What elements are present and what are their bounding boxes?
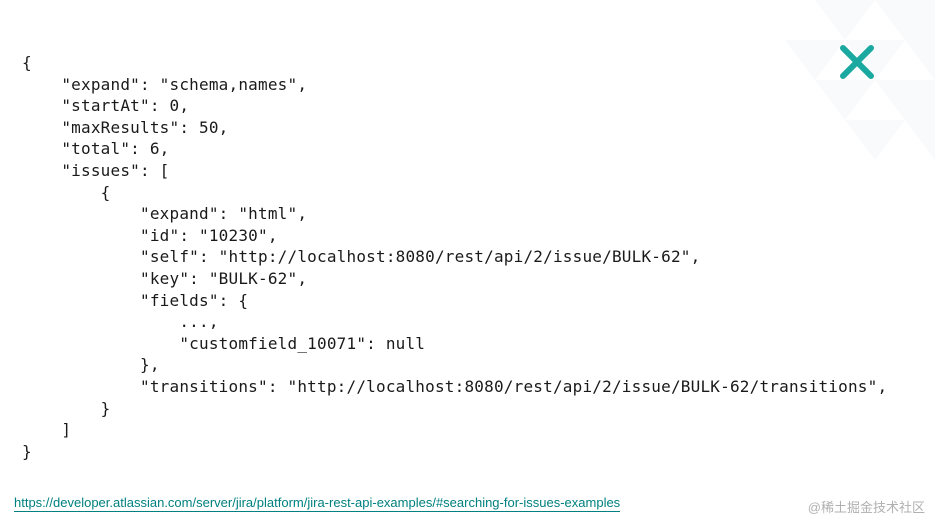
source-link[interactable]: https://developer.atlassian.com/server/j… [14,495,620,512]
logo [837,42,877,87]
watermark: @稀土掘金技术社区 [808,497,925,516]
code-block: { "expand": "schema,names", "startAt": 0… [22,52,887,462]
